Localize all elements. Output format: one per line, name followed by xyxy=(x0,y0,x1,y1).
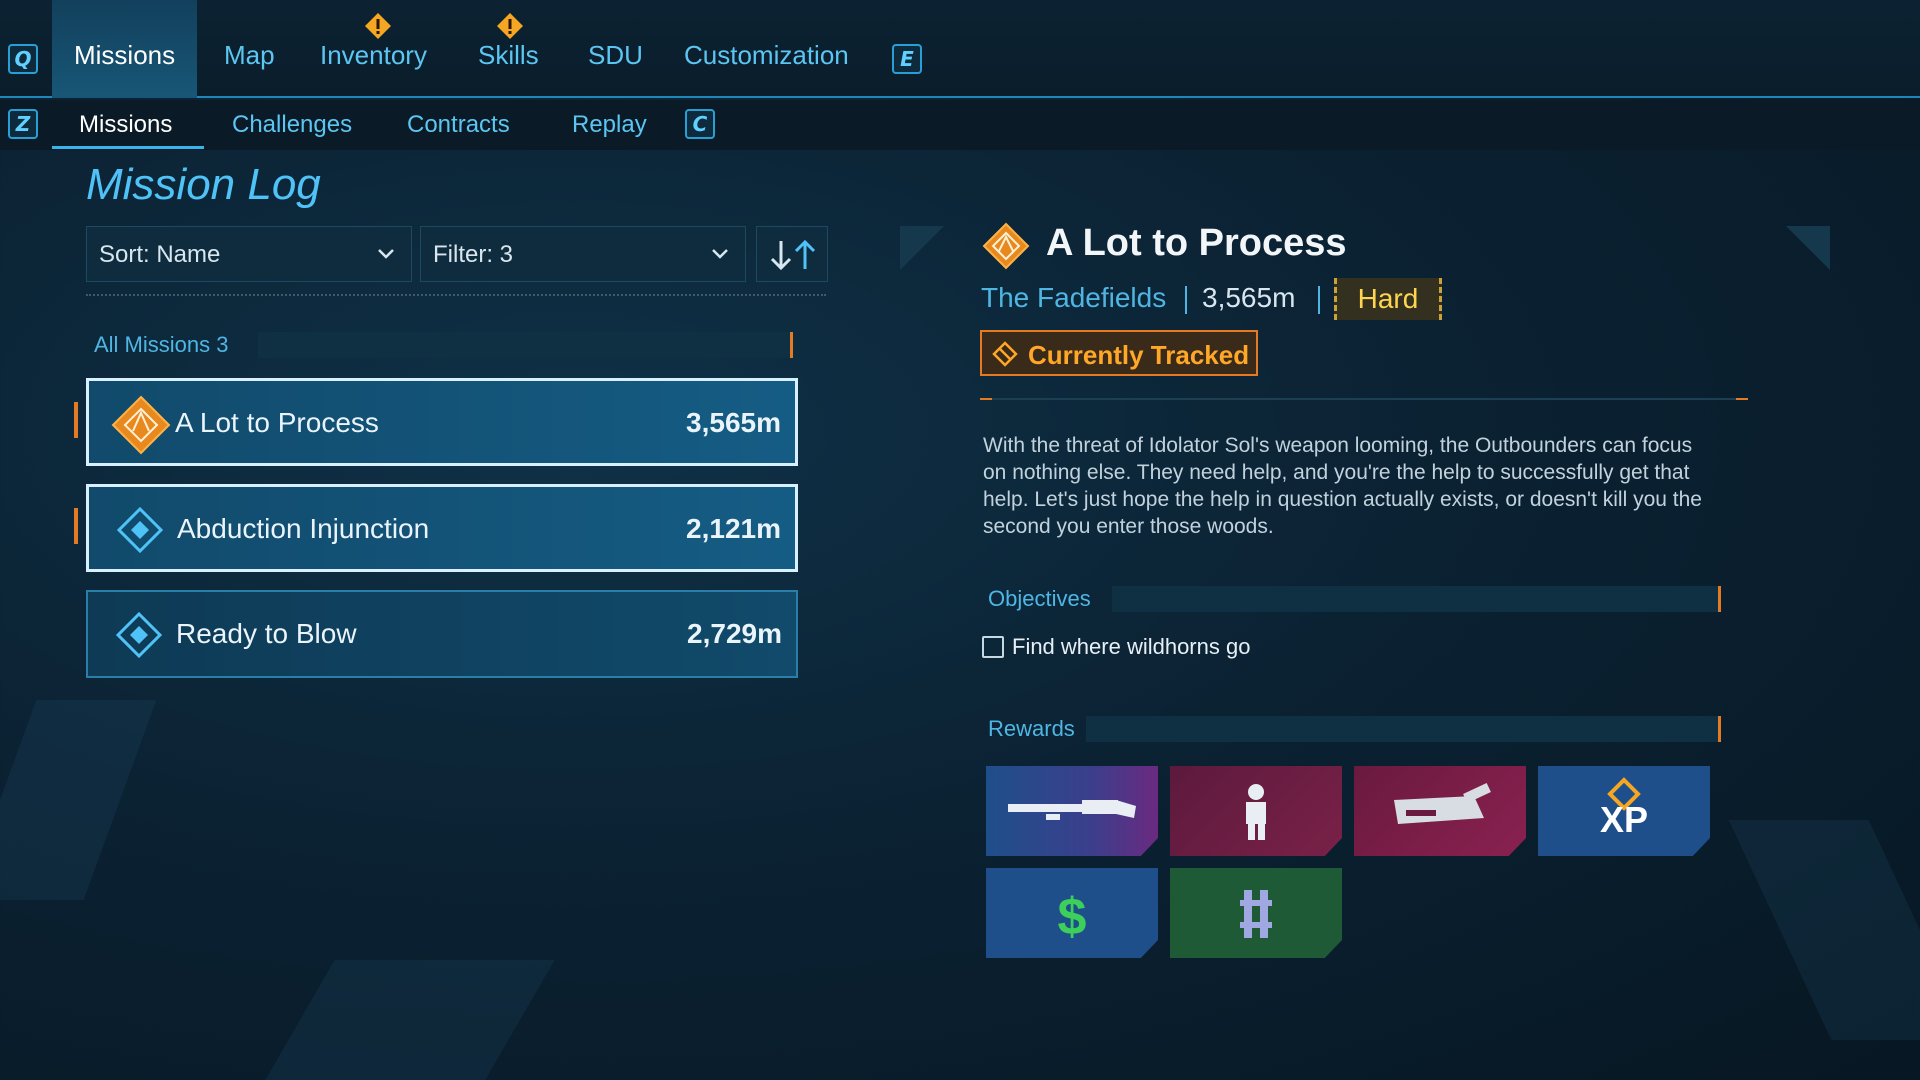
subtab-replay[interactable]: Replay xyxy=(572,111,647,139)
separator xyxy=(1185,286,1187,314)
subnav-prev-key[interactable]: Z xyxy=(8,109,38,139)
section-bar xyxy=(1112,586,1718,612)
mission-item[interactable]: Abduction Injunction 2,121m xyxy=(86,484,798,572)
difficulty-badge: Hard xyxy=(1334,278,1442,320)
sort-direction-button[interactable] xyxy=(756,226,828,282)
mission-distance: 2,729m xyxy=(687,618,782,649)
alert-icon xyxy=(497,13,523,39)
mission-distance: 2,121m xyxy=(686,513,781,544)
xp-label: XP xyxy=(1600,799,1648,840)
alert-icon xyxy=(365,13,391,39)
active-subtab-underline xyxy=(52,146,204,149)
tracked-label: Currently Tracked xyxy=(1028,340,1250,370)
panel-corner xyxy=(1786,226,1830,270)
tab-missions[interactable]: Missions xyxy=(52,0,198,98)
mission-name: A Lot to Process xyxy=(175,407,379,438)
orange-diamond-icon xyxy=(111,395,171,455)
reward-tile[interactable] xyxy=(1354,766,1526,856)
objectives-header: Objectives xyxy=(988,586,1091,611)
dollar-icon: $ xyxy=(1058,888,1087,946)
tracked-marker xyxy=(74,402,78,438)
objective-checkbox xyxy=(982,636,1004,658)
rewards-header: Rewards xyxy=(988,716,1075,741)
reward-tile[interactable]: $ xyxy=(986,868,1158,958)
svg-text:$: $ xyxy=(1058,888,1087,946)
blue-diamond-icon xyxy=(115,611,163,659)
mission-title: A Lot to Process xyxy=(1046,222,1347,264)
reward-tile[interactable]: XP xyxy=(1538,766,1710,856)
tab-inventory[interactable]: Inventory xyxy=(320,40,427,71)
divider xyxy=(980,398,1748,400)
mission-location: The Fadefields xyxy=(981,282,1167,313)
panel-corner xyxy=(900,226,944,270)
divider-accent xyxy=(980,398,992,400)
all-missions-header: All Missions 3 xyxy=(94,332,229,357)
filter-dropdown[interactable]: Filter: 3 xyxy=(420,226,746,282)
mission-item[interactable]: Ready to Blow 2,729m xyxy=(86,590,798,678)
bg-shard xyxy=(0,700,157,900)
reward-tile[interactable] xyxy=(986,766,1158,856)
subnav-next-key[interactable]: C xyxy=(685,109,715,139)
bg-shard xyxy=(265,960,555,1080)
mission-name: Abduction Injunction xyxy=(177,513,430,544)
bg-shard xyxy=(1728,820,1920,1040)
subtab-challenges[interactable]: Challenges xyxy=(232,111,352,139)
tab-map[interactable]: Map xyxy=(224,40,275,71)
filter-label: Filter: 3 xyxy=(433,241,514,268)
credit-icon xyxy=(1240,890,1272,938)
section-bar xyxy=(258,332,792,358)
subtab-contracts[interactable]: Contracts xyxy=(407,111,510,139)
nav-next-key[interactable]: E xyxy=(892,44,922,74)
mission-type-icon xyxy=(982,222,1030,270)
reward-tile[interactable] xyxy=(1170,766,1342,856)
sort-label: Sort: Name xyxy=(99,241,221,268)
blue-diamond-icon xyxy=(116,506,164,554)
section-bar-end xyxy=(1718,586,1721,612)
mission-distance: 3,565m xyxy=(1202,282,1296,313)
section-bar-end xyxy=(790,332,793,358)
tracked-marker xyxy=(74,508,78,544)
subtab-missions[interactable]: Missions xyxy=(79,111,172,139)
track-icon xyxy=(992,341,1018,367)
tab-skills[interactable]: Skills xyxy=(478,40,539,71)
tab-customization[interactable]: Customization xyxy=(684,40,849,71)
character-icon xyxy=(1246,784,1266,840)
mission-item[interactable]: A Lot to Process 3,565m xyxy=(86,378,798,466)
chevron-down-icon xyxy=(378,249,394,259)
sort-dropdown[interactable]: Sort: Name xyxy=(86,226,412,282)
sort-arrows-icon xyxy=(770,239,816,271)
shotgun-icon xyxy=(1008,800,1136,820)
tracked-badge: Currently Tracked xyxy=(980,330,1258,376)
mission-description: With the threat of Idolator Sol's weapon… xyxy=(983,434,1702,538)
chevron-down-icon xyxy=(712,249,728,259)
separator xyxy=(1318,286,1320,314)
objective-text: Find where wildhorns go xyxy=(1012,634,1251,659)
weapon-bundle-icon xyxy=(1394,782,1491,824)
section-bar-end xyxy=(1718,716,1721,742)
section-bar xyxy=(1086,716,1718,742)
divider xyxy=(86,294,826,296)
tab-sdu[interactable]: SDU xyxy=(588,40,643,71)
xp-icon: XP xyxy=(1600,777,1648,840)
mission-distance: 3,565m xyxy=(686,407,781,438)
mission-name: Ready to Blow xyxy=(176,618,357,649)
nav-prev-key[interactable]: Q xyxy=(8,44,38,74)
top-nav-bar xyxy=(0,0,1920,98)
page-title: Mission Log xyxy=(86,160,321,209)
reward-tile[interactable] xyxy=(1170,868,1342,958)
divider-accent xyxy=(1736,398,1748,400)
